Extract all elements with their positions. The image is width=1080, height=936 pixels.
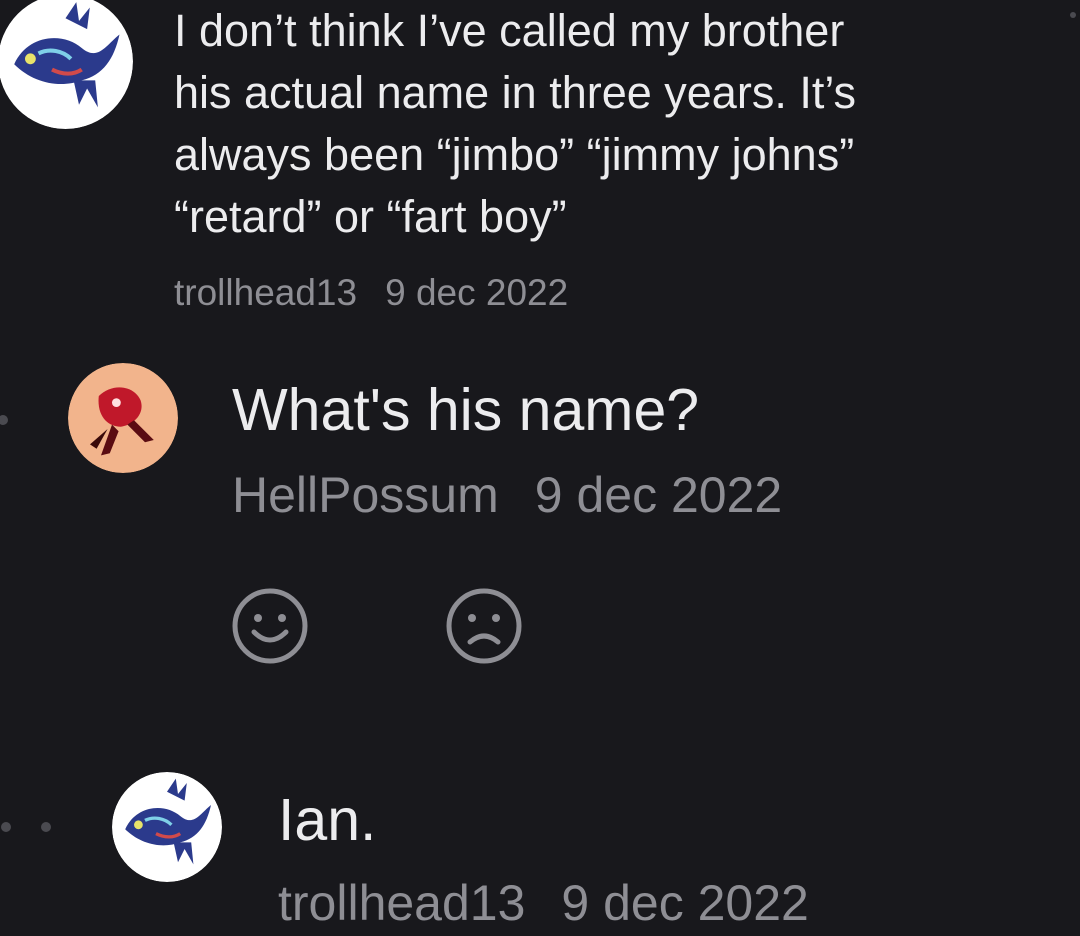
comment-meta: trollhead13 9 dec 2022 (278, 874, 809, 932)
timestamp: 9 dec 2022 (561, 875, 809, 931)
username[interactable]: trollhead13 (278, 875, 525, 931)
comment: Ian. trollhead13 9 dec 2022 (0, 0, 1080, 936)
kyogre-avatar[interactable] (112, 772, 222, 882)
comment-text: Ian. (278, 787, 377, 853)
